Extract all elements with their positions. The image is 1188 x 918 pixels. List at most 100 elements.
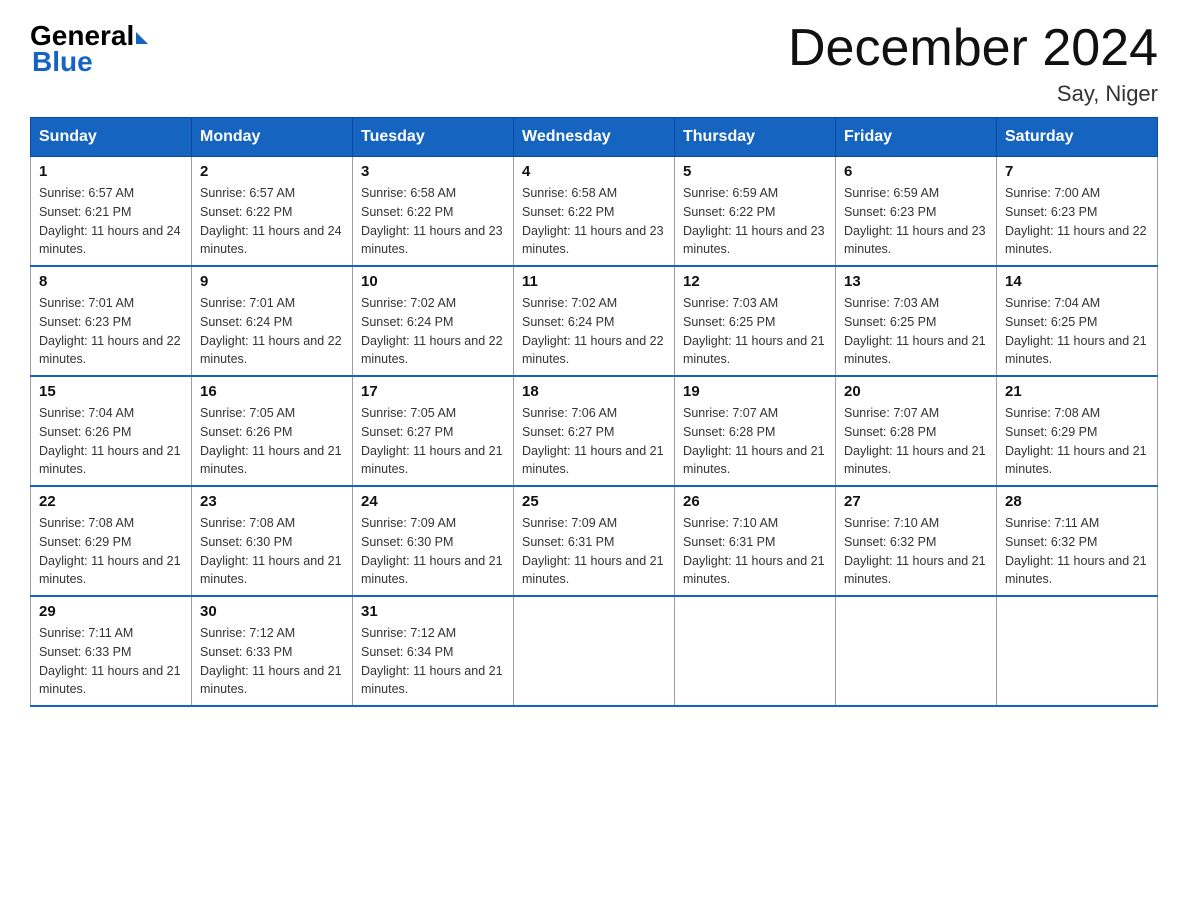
day-number: 26 (683, 493, 827, 510)
calendar-cell: 4 Sunrise: 6:58 AMSunset: 6:22 PMDaylight… (514, 157, 675, 267)
calendar-cell: 13Sunrise: 7:03 AMSunset: 6:25 PMDayligh… (836, 266, 997, 376)
day-number: 17 (361, 383, 505, 400)
day-number: 19 (683, 383, 827, 400)
day-number: 18 (522, 383, 666, 400)
day-info: Sunrise: 7:10 AMSunset: 6:32 PMDaylight:… (844, 514, 988, 589)
calendar-cell: 12 Sunrise: 7:03 AMSunset: 6:25 PMDayligh… (675, 266, 836, 376)
calendar-cell: 26Sunrise: 7:10 AMSunset: 6:31 PMDayligh… (675, 486, 836, 596)
day-info: Sunrise: 7:09 AMSunset: 6:31 PMDaylight:… (522, 514, 666, 589)
calendar-cell: 30Sunrise: 7:12 AMSunset: 6:33 PMDayligh… (192, 596, 353, 706)
logo-blue-text: Blue (30, 46, 93, 78)
day-info: Sunrise: 7:08 AMSunset: 6:30 PMDaylight:… (200, 514, 344, 589)
day-info: Sunrise: 7:07 AMSunset: 6:28 PMDaylight:… (844, 404, 988, 479)
calendar-cell: 8 Sunrise: 7:01 AMSunset: 6:23 PMDaylight… (31, 266, 192, 376)
calendar-week-row: 8 Sunrise: 7:01 AMSunset: 6:23 PMDaylight… (31, 266, 1158, 376)
header-wednesday: Wednesday (514, 118, 675, 157)
location-subtitle: Say, Niger (788, 81, 1158, 107)
day-number: 28 (1005, 493, 1149, 510)
calendar-cell: 7 Sunrise: 7:00 AMSunset: 6:23 PMDaylight… (997, 157, 1158, 267)
day-info: Sunrise: 6:59 AMSunset: 6:23 PMDaylight:… (844, 184, 988, 259)
calendar-cell: 20Sunrise: 7:07 AMSunset: 6:28 PMDayligh… (836, 376, 997, 486)
day-info: Sunrise: 6:57 AMSunset: 6:21 PMDaylight:… (39, 184, 183, 259)
day-info: Sunrise: 6:59 AMSunset: 6:22 PMDaylight:… (683, 184, 827, 259)
day-info: Sunrise: 7:05 AMSunset: 6:26 PMDaylight:… (200, 404, 344, 479)
day-number: 30 (200, 603, 344, 620)
calendar-cell: 25 Sunrise: 7:09 AMSunset: 6:31 PMDayligh… (514, 486, 675, 596)
title-area: December 2024 Say, Niger (788, 20, 1158, 107)
header-tuesday: Tuesday (353, 118, 514, 157)
day-number: 25 (522, 493, 666, 510)
day-number: 12 (683, 273, 827, 290)
day-number: 22 (39, 493, 183, 510)
calendar-cell: 24Sunrise: 7:09 AMSunset: 6:30 PMDayligh… (353, 486, 514, 596)
day-number: 5 (683, 163, 827, 180)
calendar-title: December 2024 (788, 20, 1158, 77)
calendar-body: 1 Sunrise: 6:57 AMSunset: 6:21 PMDaylight… (31, 157, 1158, 707)
header-monday: Monday (192, 118, 353, 157)
calendar-week-row: 15 Sunrise: 7:04 AMSunset: 6:26 PMDayligh… (31, 376, 1158, 486)
day-number: 3 (361, 163, 505, 180)
day-number: 11 (522, 273, 666, 290)
day-info: Sunrise: 6:58 AMSunset: 6:22 PMDaylight:… (361, 184, 505, 259)
calendar-cell: 23 Sunrise: 7:08 AMSunset: 6:30 PMDayligh… (192, 486, 353, 596)
header-thursday: Thursday (675, 118, 836, 157)
day-info: Sunrise: 6:58 AMSunset: 6:22 PMDaylight:… (522, 184, 666, 259)
day-number: 7 (1005, 163, 1149, 180)
day-number: 15 (39, 383, 183, 400)
calendar-cell: 6 Sunrise: 6:59 AMSunset: 6:23 PMDaylight… (836, 157, 997, 267)
calendar-cell: 21 Sunrise: 7:08 AMSunset: 6:29 PMDayligh… (997, 376, 1158, 486)
calendar-cell: 27 Sunrise: 7:10 AMSunset: 6:32 PMDayligh… (836, 486, 997, 596)
day-number: 13 (844, 273, 988, 290)
day-number: 4 (522, 163, 666, 180)
day-number: 9 (200, 273, 344, 290)
header-sunday: Sunday (31, 118, 192, 157)
calendar-cell: 28 Sunrise: 7:11 AMSunset: 6:32 PMDayligh… (997, 486, 1158, 596)
calendar-cell: 31Sunrise: 7:12 AMSunset: 6:34 PMDayligh… (353, 596, 514, 706)
day-info: Sunrise: 7:08 AMSunset: 6:29 PMDaylight:… (1005, 404, 1149, 479)
day-number: 16 (200, 383, 344, 400)
day-info: Sunrise: 7:04 AMSunset: 6:26 PMDaylight:… (39, 404, 183, 479)
day-number: 1 (39, 163, 183, 180)
calendar-cell (675, 596, 836, 706)
day-info: Sunrise: 7:01 AMSunset: 6:23 PMDaylight:… (39, 294, 183, 369)
calendar-week-row: 1 Sunrise: 6:57 AMSunset: 6:21 PMDaylight… (31, 157, 1158, 267)
calendar-cell: 5 Sunrise: 6:59 AMSunset: 6:22 PMDaylight… (675, 157, 836, 267)
day-number: 6 (844, 163, 988, 180)
calendar-cell: 11 Sunrise: 7:02 AMSunset: 6:24 PMDayligh… (514, 266, 675, 376)
calendar-cell (836, 596, 997, 706)
calendar-cell: 10 Sunrise: 7:02 AMSunset: 6:24 PMDayligh… (353, 266, 514, 376)
day-info: Sunrise: 7:01 AMSunset: 6:24 PMDaylight:… (200, 294, 344, 369)
header-friday: Friday (836, 118, 997, 157)
calendar-cell: 22Sunrise: 7:08 AMSunset: 6:29 PMDayligh… (31, 486, 192, 596)
day-number: 2 (200, 163, 344, 180)
calendar-week-row: 29Sunrise: 7:11 AMSunset: 6:33 PMDayligh… (31, 596, 1158, 706)
calendar-header: Sunday Monday Tuesday Wednesday Thursday… (31, 118, 1158, 157)
calendar-cell: 19 Sunrise: 7:07 AMSunset: 6:28 PMDayligh… (675, 376, 836, 486)
day-info: Sunrise: 7:07 AMSunset: 6:28 PMDaylight:… (683, 404, 827, 479)
day-info: Sunrise: 7:06 AMSunset: 6:27 PMDaylight:… (522, 404, 666, 479)
calendar-cell: 1 Sunrise: 6:57 AMSunset: 6:21 PMDaylight… (31, 157, 192, 267)
day-number: 31 (361, 603, 505, 620)
day-info: Sunrise: 7:02 AMSunset: 6:24 PMDaylight:… (522, 294, 666, 369)
calendar-cell (514, 596, 675, 706)
calendar-cell: 29Sunrise: 7:11 AMSunset: 6:33 PMDayligh… (31, 596, 192, 706)
calendar-week-row: 22Sunrise: 7:08 AMSunset: 6:29 PMDayligh… (31, 486, 1158, 596)
day-number: 10 (361, 273, 505, 290)
day-info: Sunrise: 7:03 AMSunset: 6:25 PMDaylight:… (683, 294, 827, 369)
day-info: Sunrise: 6:57 AMSunset: 6:22 PMDaylight:… (200, 184, 344, 259)
day-info: Sunrise: 7:11 AMSunset: 6:32 PMDaylight:… (1005, 514, 1149, 589)
calendar-cell: 9 Sunrise: 7:01 AMSunset: 6:24 PMDaylight… (192, 266, 353, 376)
day-info: Sunrise: 7:00 AMSunset: 6:23 PMDaylight:… (1005, 184, 1149, 259)
day-info: Sunrise: 7:11 AMSunset: 6:33 PMDaylight:… (39, 624, 183, 699)
calendar-cell: 14Sunrise: 7:04 AMSunset: 6:25 PMDayligh… (997, 266, 1158, 376)
day-info: Sunrise: 7:05 AMSunset: 6:27 PMDaylight:… (361, 404, 505, 479)
day-number: 24 (361, 493, 505, 510)
page-header: General Blue December 2024 Say, Niger (30, 20, 1158, 107)
calendar-cell: 17 Sunrise: 7:05 AMSunset: 6:27 PMDayligh… (353, 376, 514, 486)
day-number: 21 (1005, 383, 1149, 400)
day-info: Sunrise: 7:02 AMSunset: 6:24 PMDaylight:… (361, 294, 505, 369)
day-number: 23 (200, 493, 344, 510)
day-number: 8 (39, 273, 183, 290)
day-number: 27 (844, 493, 988, 510)
calendar-table: Sunday Monday Tuesday Wednesday Thursday… (30, 117, 1158, 707)
